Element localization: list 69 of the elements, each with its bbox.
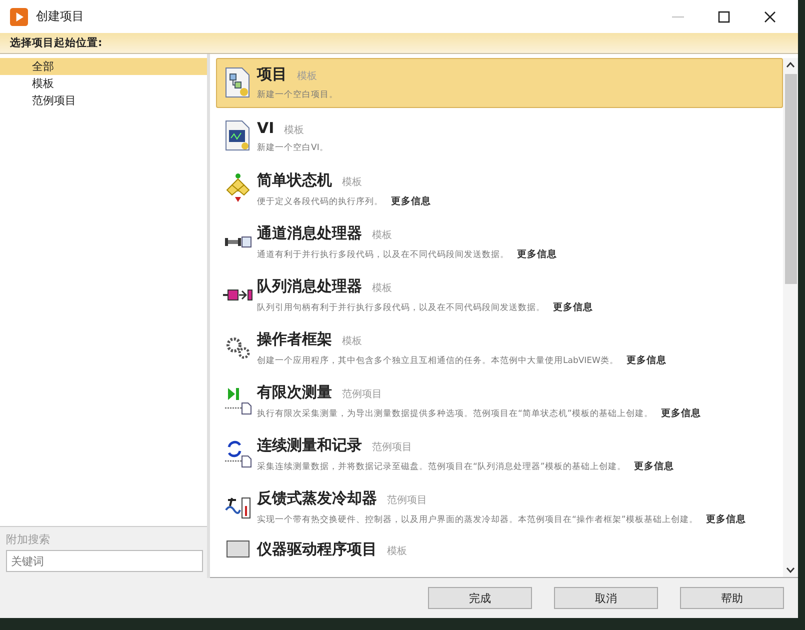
loop-data-icon (224, 439, 252, 469)
dialog-button[interactable]: 取消 (554, 587, 658, 609)
category-item[interactable]: 全部 (0, 58, 207, 75)
item-type: 模板 (372, 228, 392, 242)
queue-icon (223, 288, 253, 302)
item-type: 模板 (284, 124, 304, 136)
item-title: 项目 (257, 65, 287, 84)
more-info-link[interactable]: 更多信息 (391, 194, 431, 208)
project-item[interactable]: 操作者框架 模板 创建一个应用程序，其中包含多个独立且互相通信的任务。本范例中大量使用LabVIEW类。 更多信息 (216, 323, 783, 373)
project-item[interactable]: 反馈式蒸发冷却器 范例项目 实现一个带有热交换硬件、控制器，以及用户界面的蒸发冷却器。本范例项目在“操作者框架”模板基础上创建。 更多信息 (216, 482, 783, 532)
item-description: 通道有利于并行执行多段代码，以及在不同代码段间发送数据。 (257, 248, 509, 260)
item-description: 实现一个带有热交换硬件、控制器，以及用户界面的蒸发冷却器。本范例项目在“操作者框架”模板基础上创建。 (257, 514, 698, 526)
item-title: 连续测量和记录 (257, 436, 362, 454)
item-title: VI (257, 118, 274, 136)
item-description: 新建一个空白项目。 (257, 89, 338, 101)
close-icon[interactable] (764, 10, 776, 22)
project-item[interactable]: 简单状态机 模板 便于定义各段代码的执行序列。 更多信息 (216, 164, 783, 214)
gears-icon (225, 336, 251, 360)
project-item[interactable]: 连续测量和记录 范例项目 采集连续测量数据，并将数据记录至磁盘。范例项目在“队列消息处理器”模板的基础上创建。 更多信息 (216, 429, 783, 479)
dialog-button[interactable]: 完成 (428, 587, 532, 609)
category-item[interactable]: 范例项目 (0, 92, 207, 109)
item-title: 通道消息处理器 (257, 224, 362, 242)
project-item[interactable]: 队列消息处理器 模板 队列引用句柄有利于并行执行多段代码，以及在不同代码段间发送数据。 更多信息 (216, 270, 783, 320)
item-description: 执行有限次采集测量，为导出测量数据提供多种选项。范例项目在“简单状态机”模板的基础上创建。 (257, 408, 653, 420)
more-info-link[interactable]: 更多信息 (706, 512, 746, 526)
item-type: 范例项目 (387, 494, 427, 506)
driver-icon (225, 539, 251, 559)
item-description: 创建一个应用程序，其中包含多个独立且互相通信的任务。本范例中大量使用LabVIEW类。 (257, 354, 618, 366)
maximize-icon[interactable] (718, 10, 730, 22)
project-item[interactable]: 有限次测量 范例项目 执行有限次采集测量，为导出测量数据提供多种选项。范例项目在“简单状态机”模板的基础上创建。 更多信息 (216, 376, 783, 426)
scroll-up-icon[interactable] (786, 62, 795, 68)
item-type: 模板 (342, 334, 362, 348)
more-info-link[interactable]: 更多信息 (626, 354, 666, 366)
item-type: 模板 (342, 176, 362, 188)
project-item[interactable]: 仪器驱动程序项目 模板 (216, 535, 783, 563)
item-type: 模板 (372, 282, 392, 294)
more-info-link[interactable]: 更多信息 (660, 406, 701, 420)
item-title: 队列消息处理器 (257, 276, 362, 296)
item-description: 便于定义各段代码的执行序列。 (257, 196, 383, 208)
item-title: 反馈式蒸发冷却器 (257, 488, 377, 508)
project-item[interactable]: 通道消息处理器 模板 通道有利于并行执行多段代码，以及在不同代码段间发送数据。 更多信息 (216, 217, 783, 267)
more-info-link[interactable]: 更多信息 (634, 460, 674, 472)
more-info-link[interactable]: 更多信息 (517, 248, 557, 260)
item-title: 简单状态机 (257, 170, 332, 190)
search-label: 附加搜索 (6, 532, 51, 547)
scrollbar[interactable] (783, 58, 798, 577)
item-title: 有限次测量 (257, 382, 332, 402)
item-type: 模板 (297, 70, 317, 83)
scroll-thumb[interactable] (784, 74, 796, 284)
item-title: 操作者框架 (257, 330, 332, 348)
header-label: 选择项目起始位置: (10, 36, 102, 50)
item-type: 模板 (387, 544, 407, 558)
dialog-button[interactable]: 帮助 (680, 587, 784, 609)
more-info-link[interactable]: 更多信息 (553, 300, 593, 314)
project-item[interactable]: 项目 模板 新建一个空白项目。 (216, 58, 783, 108)
channel-icon (224, 235, 252, 249)
item-type: 范例项目 (372, 440, 412, 454)
item-description: 队列引用句柄有利于并行执行多段代码，以及在不同代码段间发送数据。 (257, 302, 545, 314)
project-item[interactable]: VI 模板 新建一个空白VI。 (216, 111, 783, 161)
item-title: 仪器驱动程序项目 (257, 540, 377, 558)
item-description: 采集连续测量数据，并将数据记录至磁盘。范例项目在“队列消息处理器”模板的基础上创建。 (257, 460, 626, 472)
scroll-down-icon[interactable] (786, 567, 795, 573)
item-type: 范例项目 (342, 388, 382, 400)
item-description: 新建一个空白VI。 (257, 142, 328, 154)
window-title: 创建项目 (36, 8, 84, 25)
search-field[interactable]: 关键词 (6, 550, 203, 572)
app-logo-icon (10, 8, 28, 26)
play-data-icon (224, 386, 252, 416)
category-item[interactable]: 模板 (0, 75, 207, 92)
